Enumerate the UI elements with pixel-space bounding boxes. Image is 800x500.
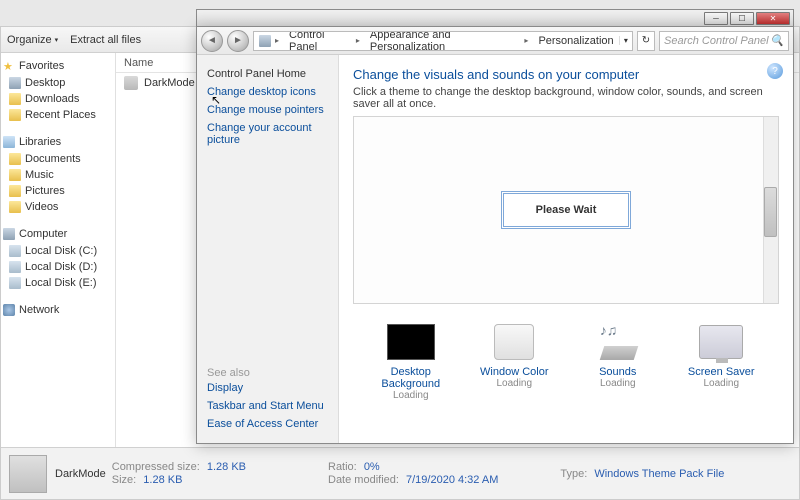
network-icon (3, 304, 15, 316)
star-icon: ★ (3, 60, 13, 73)
network-header[interactable]: Network (1, 301, 115, 319)
themes-list[interactable]: Please Wait (353, 116, 779, 304)
change-account-picture-link[interactable]: Change your account picture (207, 119, 328, 149)
nav-forward-button[interactable]: ► (227, 30, 249, 52)
breadcrumb-seg[interactable]: Personalization (533, 35, 618, 47)
please-wait-dialog: Please Wait (501, 191, 631, 229)
breadcrumb[interactable]: ▸ Control Panel▸ Appearance and Personal… (253, 31, 633, 51)
breadcrumb-seg[interactable]: Appearance and Personalization▸ (365, 31, 534, 51)
scrollbar-thumb[interactable] (764, 187, 777, 237)
screen-saver-tile[interactable]: Screen Saver Loading (673, 324, 769, 401)
nav-drive-d[interactable]: Local Disk (D:) (1, 259, 115, 275)
main-content: Change the visuals and sounds on your co… (339, 55, 793, 443)
themepack-icon (124, 76, 138, 90)
folder-icon (9, 169, 21, 181)
page-subtext: Click a theme to change the desktop back… (353, 86, 779, 110)
folder-icon (9, 93, 21, 105)
nav-drive-e[interactable]: Local Disk (E:) (1, 275, 115, 291)
drive-icon (9, 261, 21, 273)
nav-back-button[interactable]: ◄ (201, 30, 223, 52)
sounds-icon (594, 324, 642, 360)
address-bar-row: ◄ ► ▸ Control Panel▸ Appearance and Pers… (197, 27, 793, 55)
search-input[interactable]: Search Control Panel 🔍 (659, 31, 789, 51)
desktop-background-icon (387, 324, 435, 360)
folder-icon (9, 153, 21, 165)
extract-all-button[interactable]: Extract all files (70, 34, 141, 46)
folder-icon (9, 109, 21, 121)
settings-tiles: Desktop Background Loading Window Color … (353, 324, 779, 401)
libraries-icon (3, 136, 15, 148)
desktop-icon (9, 77, 21, 89)
nav-documents[interactable]: Documents (1, 151, 115, 167)
computer-header[interactable]: Computer (1, 225, 115, 243)
drive-icon (9, 277, 21, 289)
computer-icon (3, 228, 15, 240)
window-titlebar[interactable]: ─ ☐ ✕ (196, 9, 794, 27)
refresh-button[interactable]: ↻ (637, 31, 655, 51)
see-also-display[interactable]: Display (207, 379, 328, 397)
see-also-label: See also (207, 367, 328, 379)
breadcrumb-seg[interactable]: Control Panel▸ (284, 31, 365, 51)
tasks-pane: Control Panel Home ↖ Change desktop icon… (197, 55, 339, 443)
control-panel-icon (259, 35, 271, 47)
breadcrumb-dropdown[interactable]: ▾ (619, 36, 632, 45)
status-filename: DarkMode (55, 468, 106, 480)
organize-button[interactable]: Organize▾ (7, 34, 58, 46)
maximize-button[interactable]: ☐ (730, 12, 754, 25)
minimize-button[interactable]: ─ (704, 12, 728, 25)
drive-icon (9, 245, 21, 257)
nav-recent[interactable]: Recent Places (1, 107, 115, 123)
window-color-icon (494, 324, 534, 360)
sounds-tile[interactable]: Sounds Loading (570, 324, 666, 401)
search-icon: 🔍 (770, 34, 784, 47)
nav-pictures[interactable]: Pictures (1, 183, 115, 199)
status-thumbnail (9, 455, 47, 493)
folder-icon (9, 201, 21, 213)
page-title: Change the visuals and sounds on your co… (353, 67, 779, 82)
control-panel-window: ◄ ► ▸ Control Panel▸ Appearance and Pers… (196, 26, 794, 444)
see-also-taskbar[interactable]: Taskbar and Start Menu (207, 397, 328, 415)
close-button[interactable]: ✕ (756, 12, 790, 25)
see-also-ease[interactable]: Ease of Access Center (207, 415, 328, 433)
libraries-header[interactable]: Libraries (1, 133, 115, 151)
status-bar: DarkMode Compressed size: 1.28 KB Size: … (1, 447, 799, 499)
nav-videos[interactable]: Videos (1, 199, 115, 215)
favorites-header[interactable]: ★Favorites (1, 57, 115, 75)
nav-downloads[interactable]: Downloads (1, 91, 115, 107)
nav-desktop[interactable]: Desktop (1, 75, 115, 91)
screen-saver-icon (699, 325, 743, 359)
file-name: DarkMode (144, 77, 195, 89)
nav-drive-c[interactable]: Local Disk (C:) (1, 243, 115, 259)
nav-pane: ★Favorites Desktop Downloads Recent Plac… (1, 53, 116, 473)
folder-icon (9, 185, 21, 197)
change-desktop-icons-link[interactable]: Change desktop icons (207, 83, 328, 101)
change-mouse-pointers-link[interactable]: Change mouse pointers (207, 101, 328, 119)
window-color-tile[interactable]: Window Color Loading (466, 324, 562, 401)
control-panel-home-link[interactable]: Control Panel Home (207, 65, 328, 83)
desktop-background-tile[interactable]: Desktop Background Loading (363, 324, 459, 401)
search-placeholder: Search Control Panel (664, 35, 769, 47)
nav-music[interactable]: Music (1, 167, 115, 183)
